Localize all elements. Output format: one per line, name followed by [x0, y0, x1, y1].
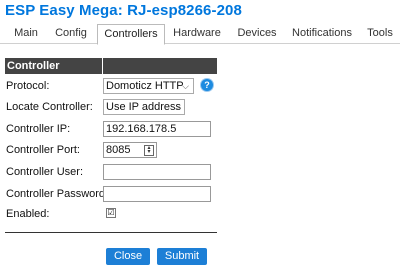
header-divider — [102, 58, 103, 74]
tab-hardware[interactable]: Hardware — [168, 24, 226, 43]
close-button[interactable]: Close — [106, 248, 150, 265]
section-header: Controller Settings — [5, 58, 217, 88]
port-stepper[interactable]: ▴ ▾ — [144, 145, 154, 156]
controller-user-input[interactable] — [103, 164, 211, 180]
protocol-label: Protocol: — [6, 80, 50, 92]
section-header-label: Controller Settings — [7, 60, 60, 88]
tab-tools[interactable]: Tools — [362, 24, 398, 43]
tab-bar: Main Config Controllers Hardware Devices… — [0, 24, 400, 45]
tab-underline — [0, 43, 400, 44]
controller-port-label: Controller Port: — [6, 144, 80, 156]
protocol-select[interactable]: Domoticz HTTP ⌵ — [103, 78, 194, 94]
tab-notifications[interactable]: Notifications — [287, 24, 357, 43]
controller-port-value: 8085 — [106, 144, 131, 156]
form-divider — [5, 232, 217, 233]
controller-port-input[interactable]: 8085 ▴ ▾ — [103, 142, 157, 158]
controller-ip-input[interactable]: 192.168.178.5 — [103, 121, 211, 137]
submit-button[interactable]: Submit — [157, 248, 207, 265]
chevron-down-icon: ⌵ — [182, 81, 189, 91]
locate-controller-label: Locate Controller: — [6, 101, 93, 113]
locate-controller-select[interactable]: Use IP address ⌵ — [103, 99, 185, 115]
tab-main[interactable]: Main — [8, 24, 44, 43]
controller-password-input[interactable] — [103, 186, 211, 202]
enabled-checkbox[interactable]: ☑ — [106, 208, 116, 218]
protocol-select-value: Domoticz HTTP — [106, 80, 184, 92]
enabled-label: Enabled: — [6, 208, 50, 220]
tab-config[interactable]: Config — [50, 24, 92, 43]
controller-password-label: Controller Password: — [6, 188, 109, 200]
tab-controllers[interactable]: Controllers — [97, 24, 165, 45]
locate-controller-value: Use IP address — [106, 101, 182, 113]
controller-ip-label: Controller IP: — [6, 123, 71, 135]
controller-user-label: Controller User: — [6, 166, 84, 178]
chevron-down-icon: ⌵ — [173, 102, 180, 112]
tab-devices[interactable]: Devices — [232, 24, 282, 43]
help-icon[interactable]: ? — [201, 79, 213, 91]
page-title: ESP Easy Mega: RJ-esp8266-208 — [5, 2, 242, 19]
